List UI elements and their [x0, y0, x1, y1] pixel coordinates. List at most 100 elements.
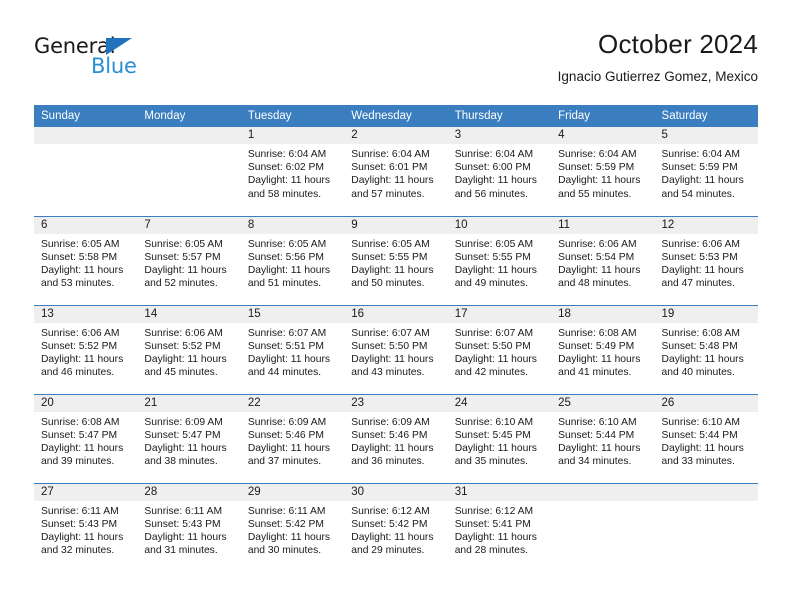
day-cell[interactable]: 24 Sunrise: 6:10 AM Sunset: 5:45 PM Dayligh…	[447, 393, 552, 483]
day-number: 8	[240, 216, 345, 234]
day-cell[interactable]: 6 Sunrise: 6:05 AM Sunset: 5:58 PM Daylight…	[34, 215, 138, 305]
day-details: Sunrise: 6:06 AM Sunset: 5:52 PM Daylight:…	[34, 323, 137, 380]
day-cell[interactable]: 23 Sunrise: 6:09 AM Sunset: 5:46 PM Dayligh…	[344, 393, 448, 483]
page-title: October 2024	[598, 29, 758, 59]
day-details: Sunrise: 6:11 AM Sunset: 5:43 PM Daylight:…	[137, 501, 240, 558]
day-cell[interactable]: 22 Sunrise: 6:09 AM Sunset: 5:46 PM Dayligh…	[240, 393, 345, 483]
day-number: 18	[551, 305, 655, 323]
sunset-text: Sunset: 5:55 PM	[454, 251, 531, 263]
day-number	[551, 483, 655, 501]
day-details: Sunrise: 6:05 AM Sunset: 5:57 PM Daylight:…	[137, 234, 240, 291]
day-cell[interactable]: 3 Sunrise: 6:04 AM Sunset: 6:00 PM Daylight…	[447, 127, 552, 216]
sunset-text: Sunset: 5:51 PM	[247, 340, 324, 352]
day-cell[interactable]: 15 Sunrise: 6:07 AM Sunset: 5:51 PM Dayligh…	[240, 304, 345, 394]
sunset-text: Sunset: 5:59 PM	[661, 162, 738, 174]
weekday-header-saturday: Saturday	[654, 105, 758, 127]
weekday-header-friday: Friday	[551, 105, 655, 127]
calendar-body: 1 Sunrise: 6:04 AM Sunset: 6:02 PM Daylight…	[34, 127, 758, 572]
daylight-text: Daylight: 11 hours and 30 minutes.	[247, 531, 331, 557]
calendar-week-row: 6 Sunrise: 6:05 AM Sunset: 5:58 PM Daylight…	[34, 215, 758, 305]
daylight-text: Daylight: 11 hours and 47 minutes.	[661, 264, 744, 290]
sunrise-text: Sunrise: 6:10 AM	[558, 416, 637, 428]
day-cell[interactable]: 14 Sunrise: 6:06 AM Sunset: 5:52 PM Dayligh…	[137, 304, 241, 394]
day-cell[interactable]: 13 Sunrise: 6:06 AM Sunset: 5:52 PM Dayligh…	[34, 304, 138, 394]
day-cell[interactable]: 1 Sunrise: 6:04 AM Sunset: 6:02 PM Daylight…	[240, 127, 345, 216]
day-number: 31	[447, 483, 552, 501]
daylight-text: Daylight: 11 hours and 41 minutes.	[558, 353, 641, 379]
day-cell[interactable]: 17 Sunrise: 6:07 AM Sunset: 5:50 PM Dayligh…	[447, 304, 552, 394]
day-cell[interactable]: 27 Sunrise: 6:11 AM Sunset: 5:43 PM Dayligh…	[34, 482, 138, 572]
day-number: 9	[344, 216, 448, 234]
sunrise-text: Sunrise: 6:08 AM	[661, 327, 740, 339]
day-number: 5	[654, 127, 758, 144]
day-cell[interactable]: 29 Sunrise: 6:11 AM Sunset: 5:42 PM Dayligh…	[240, 482, 345, 572]
day-number: 2	[344, 127, 448, 144]
sunrise-text: Sunrise: 6:06 AM	[144, 327, 223, 339]
day-number: 25	[551, 394, 655, 412]
day-cell[interactable]: 31 Sunrise: 6:12 AM Sunset: 5:41 PM Dayligh…	[447, 482, 552, 572]
daylight-text: Daylight: 11 hours and 33 minutes.	[661, 442, 744, 468]
day-cell[interactable]: 5 Sunrise: 6:04 AM Sunset: 5:59 PM Daylight…	[654, 127, 758, 216]
day-details: Sunrise: 6:11 AM Sunset: 5:42 PM Daylight:…	[241, 501, 344, 558]
day-cell[interactable]: 7 Sunrise: 6:05 AM Sunset: 5:57 PM Daylight…	[137, 215, 241, 305]
day-cell[interactable]: 11 Sunrise: 6:06 AM Sunset: 5:54 PM Dayligh…	[551, 215, 655, 305]
day-cell[interactable]: 18 Sunrise: 6:08 AM Sunset: 5:49 PM Dayligh…	[551, 304, 655, 394]
day-cell[interactable]: 16 Sunrise: 6:07 AM Sunset: 5:50 PM Dayligh…	[344, 304, 448, 394]
sunset-text: Sunset: 5:50 PM	[454, 340, 531, 352]
daylight-text: Daylight: 11 hours and 54 minutes.	[661, 175, 744, 200]
sunrise-text: Sunrise: 6:05 AM	[144, 238, 223, 250]
sunrise-text: Sunrise: 6:08 AM	[41, 416, 120, 428]
sunrise-text: Sunrise: 6:09 AM	[144, 416, 223, 428]
day-cell[interactable]: 21 Sunrise: 6:09 AM Sunset: 5:47 PM Dayligh…	[137, 393, 241, 483]
day-number: 19	[654, 305, 758, 323]
weekday-header-wednesday: Wednesday	[344, 105, 448, 127]
sunset-text: Sunset: 5:58 PM	[41, 251, 118, 263]
weekday-header-monday: Monday	[137, 105, 241, 127]
sunrise-text: Sunrise: 6:11 AM	[41, 505, 119, 517]
sunrise-text: Sunrise: 6:07 AM	[247, 327, 327, 339]
sunset-text: Sunset: 5:59 PM	[558, 162, 635, 174]
day-details: Sunrise: 6:07 AM Sunset: 5:50 PM Daylight:…	[344, 323, 447, 380]
sunrise-text: Sunrise: 6:04 AM	[454, 149, 534, 160]
sunset-text: Sunset: 5:44 PM	[661, 429, 738, 441]
day-cell[interactable]: 12 Sunrise: 6:06 AM Sunset: 5:53 PM Dayligh…	[654, 215, 758, 305]
daylight-text: Daylight: 11 hours and 58 minutes.	[247, 175, 331, 200]
day-details: Sunrise: 6:08 AM Sunset: 5:49 PM Daylight:…	[551, 323, 654, 380]
daylight-text: Daylight: 11 hours and 43 minutes.	[351, 353, 434, 379]
sunrise-text: Sunrise: 6:05 AM	[351, 238, 430, 250]
day-cell[interactable]: 8 Sunrise: 6:05 AM Sunset: 5:56 PM Daylight…	[240, 215, 345, 305]
calendar-week-row: 13 Sunrise: 6:06 AM Sunset: 5:52 PM Dayligh…	[34, 304, 758, 394]
day-details: Sunrise: 6:05 AM Sunset: 5:55 PM Daylight:…	[448, 234, 551, 291]
page-header: General Blue October 2024 Ignacio Gutier…	[34, 28, 758, 98]
day-cell[interactable]: 30 Sunrise: 6:12 AM Sunset: 5:42 PM Dayligh…	[344, 482, 448, 572]
sunrise-text: Sunrise: 6:10 AM	[454, 416, 534, 428]
day-cell[interactable]: 19 Sunrise: 6:08 AM Sunset: 5:48 PM Dayligh…	[654, 304, 758, 394]
sunset-text: Sunset: 5:49 PM	[558, 340, 635, 352]
sunrise-text: Sunrise: 6:04 AM	[351, 149, 430, 160]
day-cell[interactable]: 9 Sunrise: 6:05 AM Sunset: 5:55 PM Daylight…	[344, 215, 448, 305]
weekday-header-thursday: Thursday	[447, 105, 552, 127]
day-cell[interactable]: 2 Sunrise: 6:04 AM Sunset: 6:01 PM Daylight…	[344, 127, 448, 216]
daylight-text: Daylight: 11 hours and 39 minutes.	[41, 442, 124, 468]
day-cell[interactable]: 25 Sunrise: 6:10 AM Sunset: 5:44 PM Dayligh…	[551, 393, 655, 483]
sunrise-text: Sunrise: 6:04 AM	[558, 149, 637, 160]
day-cell[interactable]: 4 Sunrise: 6:04 AM Sunset: 5:59 PM Daylight…	[551, 127, 655, 216]
sunset-text: Sunset: 6:02 PM	[247, 162, 324, 174]
daylight-text: Daylight: 11 hours and 37 minutes.	[247, 442, 331, 468]
day-number: 7	[137, 216, 241, 234]
sunrise-text: Sunrise: 6:06 AM	[661, 238, 740, 250]
sunrise-text: Sunrise: 6:07 AM	[454, 327, 534, 339]
day-details: Sunrise: 6:12 AM Sunset: 5:41 PM Daylight:…	[448, 501, 551, 558]
day-cell[interactable]: 28 Sunrise: 6:11 AM Sunset: 5:43 PM Dayligh…	[137, 482, 241, 572]
sunset-text: Sunset: 5:43 PM	[41, 518, 118, 530]
day-details: Sunrise: 6:11 AM Sunset: 5:43 PM Daylight:…	[34, 501, 137, 558]
day-details: Sunrise: 6:08 AM Sunset: 5:48 PM Daylight:…	[655, 323, 758, 380]
day-cell[interactable]: 10 Sunrise: 6:05 AM Sunset: 5:55 PM Dayligh…	[447, 215, 552, 305]
day-cell[interactable]: 20 Sunrise: 6:08 AM Sunset: 5:47 PM Dayligh…	[34, 393, 138, 483]
day-cell[interactable]: 26 Sunrise: 6:10 AM Sunset: 5:44 PM Dayligh…	[654, 393, 758, 483]
sunset-text: Sunset: 5:47 PM	[144, 429, 221, 441]
daylight-text: Daylight: 11 hours and 57 minutes.	[351, 175, 434, 200]
daylight-text: Daylight: 11 hours and 52 minutes.	[144, 264, 227, 290]
day-number: 6	[34, 216, 138, 234]
day-number: 29	[240, 483, 345, 501]
